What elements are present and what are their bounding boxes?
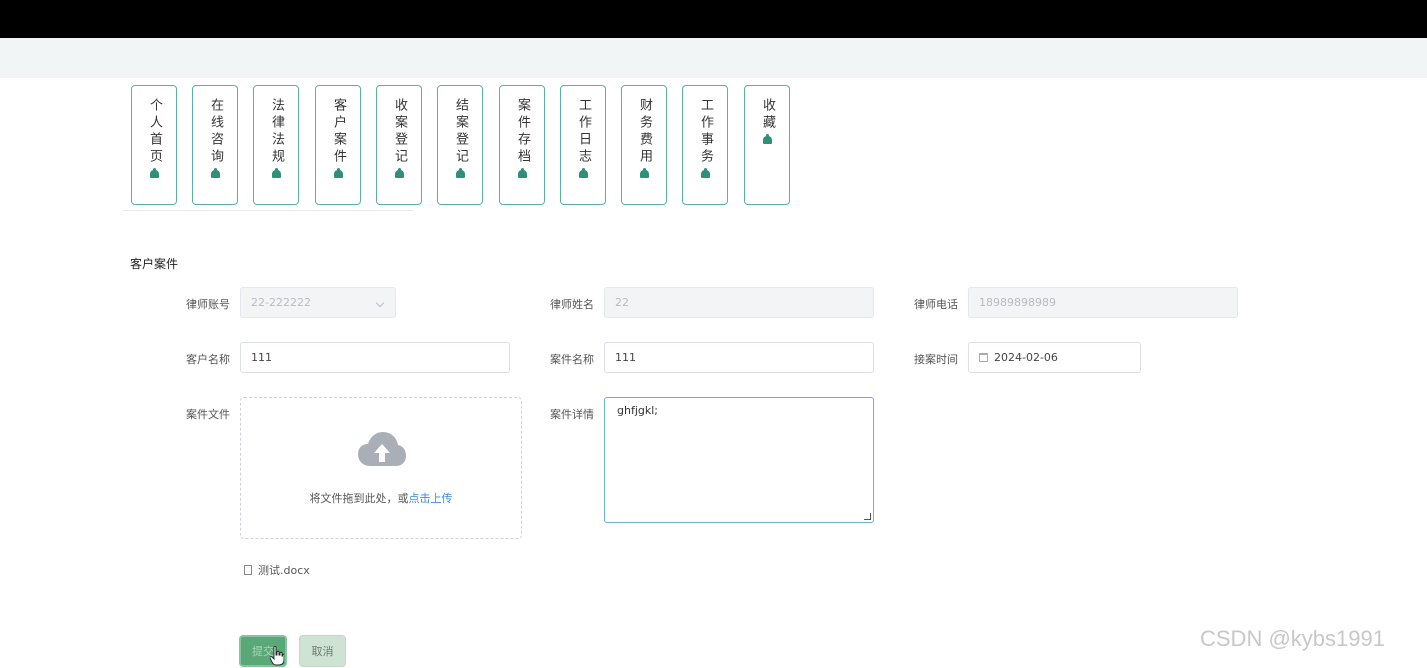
client-name-field[interactable]: 111 [240,342,510,373]
header-band [0,38,1427,78]
nav-item-case-intake[interactable]: 收案登记 [376,85,422,205]
lawyer-name-field: 22 [604,287,874,318]
pot-icon [762,134,773,144]
nav-item-label: 财务费用 [637,98,652,166]
pot-icon [149,168,160,178]
nav-item-consult[interactable]: 在线咨询 [192,85,238,205]
upload-dropzone[interactable]: 将文件拖到此处，或点击上传 [240,397,522,539]
pot-icon [210,168,221,178]
nav-item-label: 客户案件 [331,98,346,166]
pot-icon [700,168,711,178]
uploaded-file-name: 测试.docx [258,564,310,577]
lawyer-account-value: 22-222222 [251,296,311,309]
nav-item-client-cases[interactable]: 客户案件 [315,85,361,205]
case-name-label: 案件名称 [550,353,594,366]
nav-item-label: 收藏 [760,98,775,132]
cloud-upload-icon [358,432,406,466]
nav-item-home[interactable]: 个人首页 [131,85,177,205]
lawyer-name-label: 律师姓名 [550,298,594,311]
case-file-label: 案件文件 [186,408,230,421]
nav-item-label: 个人首页 [147,98,162,166]
upload-hint: 将文件拖到此处，或点击上传 [241,490,521,506]
case-name-field[interactable]: 111 [604,342,874,373]
upload-hint-text: 将文件拖到此处，或 [309,492,409,505]
pot-icon [394,168,405,178]
top-black-bar [0,0,1427,38]
calendar-icon [979,353,988,362]
nav-item-case-closing[interactable]: 结案登记 [437,85,483,205]
hand-cursor-icon [270,646,284,666]
lawyer-name-value: 22 [615,296,629,309]
nav-item-label: 工作日志 [576,98,591,166]
accept-time-label: 接案时间 [914,353,958,366]
case-detail-value: ghfjgkl; [617,404,658,417]
pot-icon [271,168,282,178]
page-title: 客户案件 [130,257,179,271]
nav-item-label: 法律法规 [269,98,284,166]
lawyer-phone-value: 18989898989 [979,296,1056,309]
pot-icon [517,168,528,178]
lawyer-phone-label: 律师电话 [914,298,958,311]
lawyer-phone-field: 18989898989 [968,287,1238,318]
nav-item-label: 在线咨询 [208,98,223,166]
pot-icon [455,168,466,178]
document-icon [244,565,252,575]
nav-item-finance[interactable]: 财务费用 [621,85,667,205]
nav-item-label: 案件存档 [515,98,530,166]
accept-time-value: 2024-02-06 [994,351,1058,364]
nav-item-work-log[interactable]: 工作日志 [560,85,606,205]
nav-item-label: 工作事务 [698,98,713,166]
uploaded-file-item[interactable]: 测试.docx [244,562,310,578]
nav-item-label: 收案登记 [392,98,407,166]
case-detail-label: 案件详情 [550,408,594,421]
client-name-value: 111 [251,351,272,364]
pot-icon [639,168,650,178]
resize-handle[interactable] [864,513,871,520]
nav-divider [123,210,413,211]
cancel-button[interactable]: 取消 [299,635,346,667]
nav-item-laws[interactable]: 法律法规 [253,85,299,205]
pot-icon [578,168,589,178]
lawyer-account-select: 22-222222 [240,287,396,318]
nav-item-work-affairs[interactable]: 工作事务 [682,85,728,205]
watermark: CSDN @kybs1991 [1200,626,1385,651]
click-upload-link[interactable]: 点击上传 [409,492,453,505]
chevron-down-icon [375,298,385,308]
nav-item-label: 结案登记 [453,98,468,166]
accept-time-datepicker[interactable]: 2024-02-06 [968,342,1141,373]
lawyer-account-label: 律师账号 [186,298,230,311]
nav-item-case-archive[interactable]: 案件存档 [499,85,545,205]
client-name-label: 客户名称 [186,353,230,366]
pot-icon [333,168,344,178]
nav-item-favorites[interactable]: 收藏 [744,85,790,205]
case-detail-textarea[interactable]: ghfjgkl; [604,397,874,523]
case-name-value: 111 [615,351,636,364]
